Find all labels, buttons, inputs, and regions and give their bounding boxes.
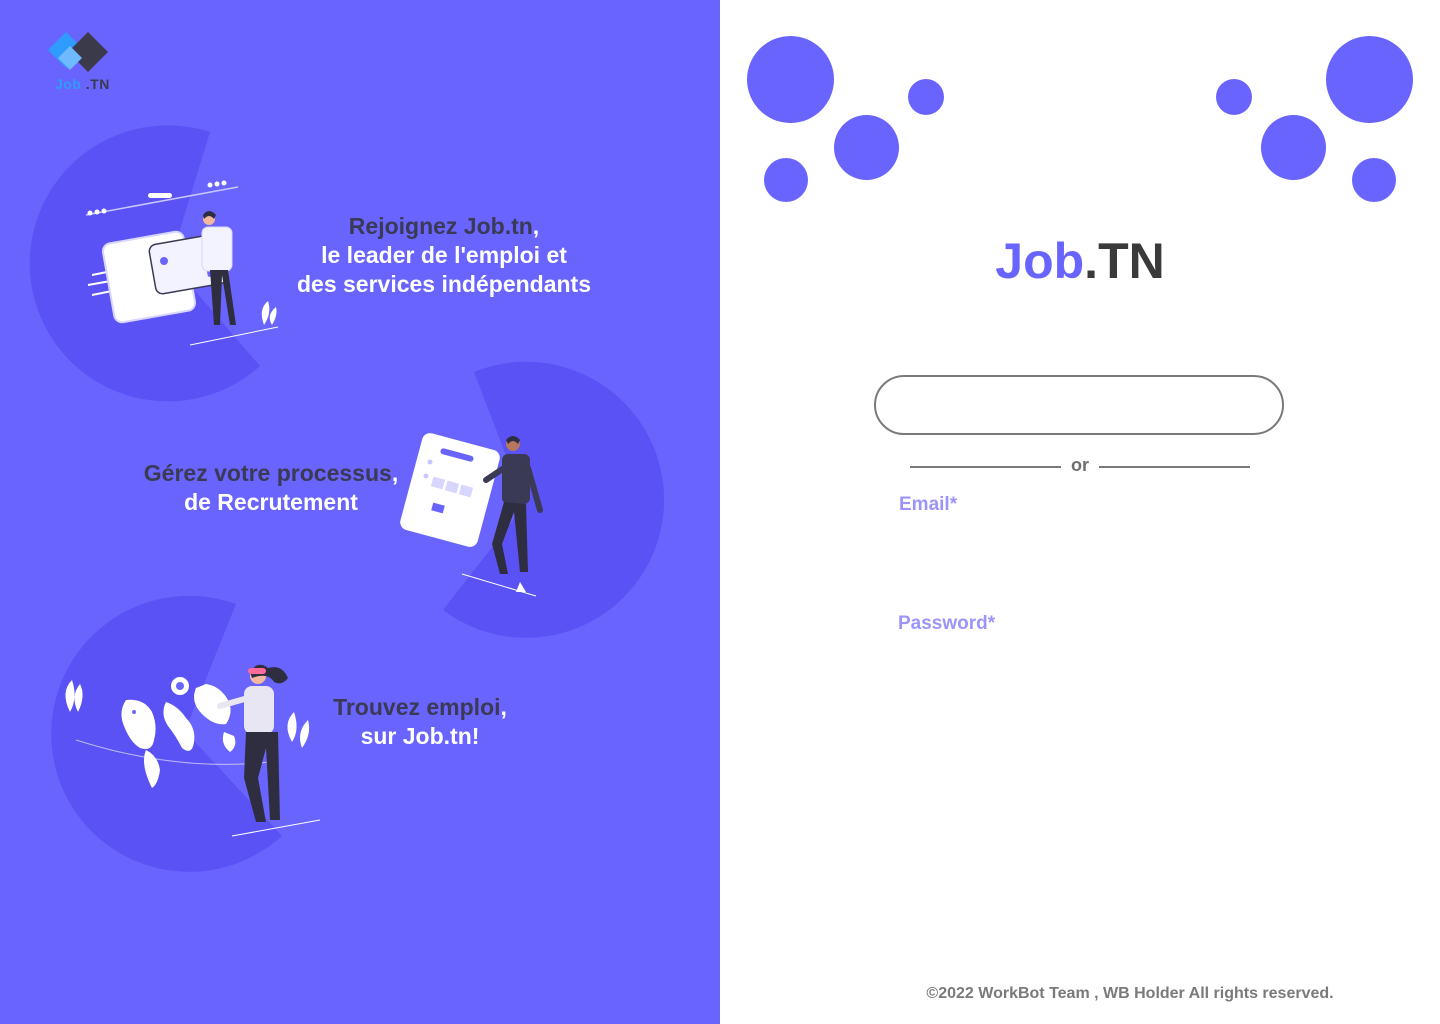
decor-dot xyxy=(1326,36,1413,123)
feature-2-comma: , xyxy=(391,460,399,486)
footer-copyright: ©2022 WorkBot Team , WB Holder All right… xyxy=(926,985,1334,1002)
logo-wordmark: Job .TN xyxy=(55,76,110,92)
feature-2-line2: de Recrutement xyxy=(184,489,358,515)
decor-dot xyxy=(747,36,834,123)
decor-dot xyxy=(764,158,808,202)
feature-text-3: Trouvez emploi, sur Job.tn! xyxy=(300,693,540,751)
feature-3-comma: , xyxy=(500,694,507,720)
password-field[interactable] xyxy=(898,641,1278,681)
password-label: Password* xyxy=(898,613,996,634)
social-login-button[interactable] xyxy=(874,375,1284,435)
decor-dot xyxy=(1216,79,1252,115)
brand-title: Job.TN xyxy=(720,232,1440,290)
feature-1-comma: , xyxy=(532,213,540,239)
decor-dot xyxy=(908,79,944,115)
feature-1-line2: le leader de l'emploi et xyxy=(321,242,567,268)
feature-3-line1: Trouvez emploi xyxy=(333,694,501,720)
feature-text-1: Rejoignez Job.tn, le leader de l'emploi … xyxy=(270,212,618,299)
login-panel: Job.TN or Email* Password* ©2022 WorkBot… xyxy=(720,0,1440,1024)
decor-dot xyxy=(1261,115,1326,180)
email-label: Email* xyxy=(899,494,958,515)
logo-text-part1: Job xyxy=(55,76,82,92)
decor-dot xyxy=(834,115,899,180)
world-map-illustration xyxy=(65,664,321,837)
brand-accent: Job xyxy=(995,233,1085,289)
feature-2-line1: Gérez votre processus xyxy=(143,460,392,486)
decor-dot xyxy=(1352,158,1396,202)
feature-3-line2: sur Job.tn! xyxy=(360,723,480,749)
email-field[interactable] xyxy=(898,522,1278,562)
logo-text-part2: .TN xyxy=(85,76,110,92)
divider-line-right xyxy=(1099,466,1250,468)
cards-illustration xyxy=(85,180,279,346)
brand-rest: .TN xyxy=(1084,233,1165,289)
hero-panel: Job .TN Rejoignez Job.tn, le leader de l… xyxy=(0,0,720,1024)
feature-1-line3: des services indépendants xyxy=(296,271,591,297)
feature-1-line1: Rejoignez Job.tn xyxy=(348,213,533,239)
feature-text-2: Gérez votre processus, de Recrutement xyxy=(118,459,424,517)
or-divider: or xyxy=(910,455,1250,479)
